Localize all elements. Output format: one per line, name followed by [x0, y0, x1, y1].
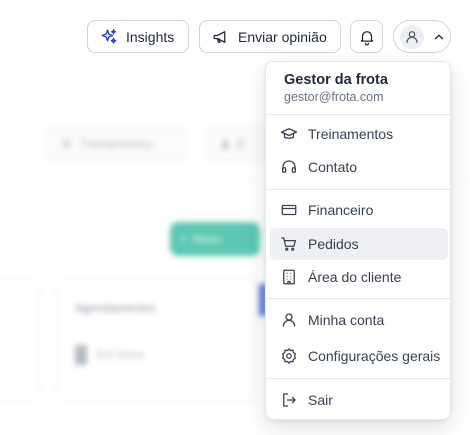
user-avatar-icon: [406, 30, 418, 43]
menu-item-label: Configurações gerais: [308, 348, 441, 364]
menu-divider: [266, 189, 450, 190]
menu-item-label: Financeiro: [308, 202, 374, 218]
menu-item-contato[interactable]: Contato: [270, 151, 448, 183]
menu-item-label: Sair: [308, 392, 333, 408]
ghost-primary-label: Novo: [193, 232, 222, 246]
plus-icon: +: [180, 232, 188, 246]
menu-item-label: Contato: [308, 159, 358, 175]
menu-divider: [266, 114, 450, 115]
menu-item-label: Área do cliente: [308, 269, 402, 285]
user-name: Gestor da frota: [284, 72, 388, 88]
ghost-card-title: Agendamentos: [75, 301, 156, 315]
menu-item-label: Pedidos: [308, 236, 359, 252]
menu-item-area-do-cliente[interactable]: Área do cliente: [270, 261, 448, 293]
user-menu-button[interactable]: [393, 20, 451, 53]
ghost-card-row-label: Em breve: [97, 349, 145, 361]
megaphone-icon: [212, 28, 230, 46]
menu-item-label: Treinamentos: [308, 126, 394, 142]
headset-icon: [280, 158, 298, 176]
ghost-card-left: [0, 278, 40, 402]
ghost-tab-icon: ▮: [222, 137, 229, 151]
menu-item-sair[interactable]: Sair: [270, 384, 448, 416]
app-root: ⚙ Treinamentos ▮ B + Novo Agendamentos E…: [0, 0, 470, 435]
menu-item-pedidos[interactable]: Pedidos: [270, 228, 448, 260]
menu-divider: [266, 298, 450, 299]
logout-icon: [280, 391, 298, 409]
chevron-up-icon: [430, 28, 448, 46]
ghost-primary-button: + Novo: [170, 222, 260, 256]
graduation-cap-icon: [280, 125, 298, 143]
sparkles-icon: [100, 28, 118, 46]
dropdown-header: Gestor da frota gestor@frota.com: [266, 62, 450, 114]
credit-card-icon: [280, 201, 298, 219]
insights-label: Insights: [126, 28, 175, 45]
insights-button[interactable]: Insights: [87, 20, 189, 53]
ghost-block-icon: [75, 345, 87, 365]
menu-divider: [266, 378, 450, 379]
building-icon: [280, 268, 298, 286]
user-email: gestor@frota.com: [284, 90, 384, 104]
ghost-tab-label: Treinamentos: [79, 137, 153, 151]
shopping-cart-icon: [280, 235, 298, 253]
ghost-tab-trainings: ⚙ Treinamentos: [46, 127, 188, 161]
ghost-card-main: Agendamentos Em breve: [56, 278, 256, 402]
user-icon: [280, 311, 298, 329]
menu-item-label: Minha conta: [308, 312, 385, 328]
menu-item-financeiro[interactable]: Financeiro: [270, 194, 448, 226]
ghost-tab-label: B: [236, 137, 245, 151]
menu-item-treinamentos[interactable]: Treinamentos: [270, 118, 448, 150]
settings-icon: [280, 347, 298, 365]
avatar: [400, 24, 424, 49]
feedback-label: Enviar opinião: [238, 28, 327, 45]
notifications-button[interactable]: [350, 20, 383, 53]
menu-item-minha-conta[interactable]: Minha conta: [270, 304, 448, 336]
ghost-card-row: Em breve: [75, 345, 144, 365]
feedback-button[interactable]: Enviar opinião: [199, 20, 341, 53]
ghost-tab-icon: ⚙: [61, 137, 72, 151]
user-dropdown-menu: Gestor da frota gestor@frota.com Treinam…: [265, 61, 451, 420]
menu-item-configuracoes-gerais[interactable]: Configurações gerais: [270, 340, 448, 372]
bell-icon: [358, 28, 376, 46]
